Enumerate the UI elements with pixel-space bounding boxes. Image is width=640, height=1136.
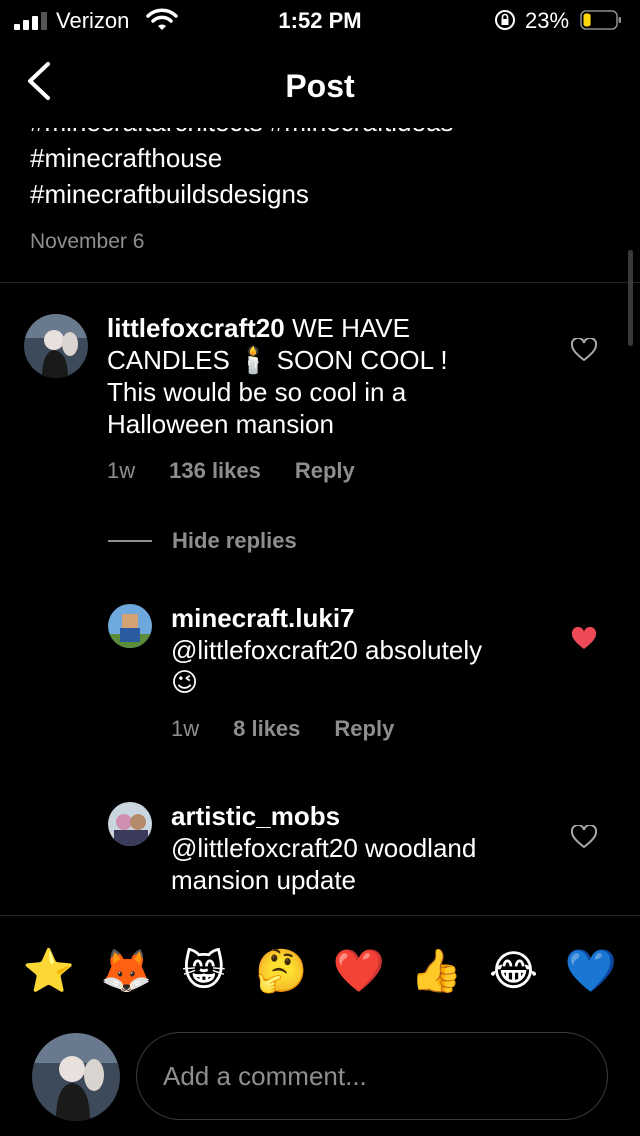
comment-text: This would be so cool in a <box>107 377 407 407</box>
candle-emoji: 🕯️ <box>237 345 270 375</box>
comment-likes[interactable]: 136 likes <box>169 458 261 484</box>
reply-meta: 1w 8 likes Reply <box>171 716 394 742</box>
comment-text: CANDLES <box>107 345 238 375</box>
add-comment-input[interactable] <box>136 1032 608 1120</box>
reply-text: @littlefoxcraft20 absolutely <box>171 635 483 665</box>
hashtag-link[interactable]: #minecrafthouse <box>30 140 610 176</box>
reply-text: mansion update <box>171 865 357 895</box>
post-date: November 6 <box>30 230 145 253</box>
avatar[interactable] <box>24 314 88 378</box>
heart-icon[interactable] <box>571 338 597 362</box>
comment-text: Halloween mansion <box>107 409 334 439</box>
hide-replies-label: Hide replies <box>172 528 297 553</box>
comment-body: littlefoxcraft20 WE HAVE CANDLES 🕯️ SOON… <box>107 312 547 440</box>
heart-icon[interactable] <box>571 825 597 849</box>
tears-of-joy-emoji-button[interactable]: 😂 <box>485 942 543 1000</box>
heart-filled-icon[interactable] <box>571 627 597 651</box>
divider <box>0 282 640 283</box>
reply-body: artistic_mobs @littlefoxcraft20 woodland… <box>171 800 551 896</box>
divider <box>0 915 640 916</box>
user-avatar <box>32 1033 120 1121</box>
scroll-indicator <box>628 250 633 346</box>
nav-header: Post <box>0 40 640 128</box>
comment-age: 1w <box>107 458 136 483</box>
rotation-lock-icon <box>495 10 515 30</box>
comment-text: WE HAVE <box>284 313 410 343</box>
comment-meta: 1w 136 likes Reply <box>107 458 355 484</box>
battery-icon <box>580 10 621 30</box>
avatar[interactable] <box>108 604 152 648</box>
thumbs-up-emoji-button[interactable]: 👍 <box>407 942 465 1000</box>
hashtag-link[interactable]: #minecraftbuildsdesigns <box>30 176 610 212</box>
fox-emoji-button[interactable]: 🦊 <box>97 942 155 1000</box>
status-bar: Verizon 1:52 PM 23% <box>0 0 640 40</box>
reply-text: @littlefoxcraft20 woodland <box>171 833 477 863</box>
page-title: Post <box>285 68 355 104</box>
red-heart-emoji-button[interactable]: ❤️ <box>330 942 388 1000</box>
winking-emoji: 😉 <box>171 667 199 697</box>
reply-button[interactable]: Reply <box>334 716 394 742</box>
emoji-quick-bar: ⭐ 🦊 😸 🤔 ❤️ 👍 😂 💙 <box>20 942 620 1000</box>
grinning-cat-emoji-button[interactable]: 😸 <box>175 942 233 1000</box>
divider-line <box>108 540 152 542</box>
reply-button[interactable]: Reply <box>295 458 355 484</box>
reply-username[interactable]: minecraft.luki7 <box>171 602 551 634</box>
battery-percentage: 23% <box>525 8 570 33</box>
thinking-face-emoji-button[interactable]: 🤔 <box>252 942 310 1000</box>
comment-username[interactable]: littlefoxcraft20 <box>107 313 285 343</box>
reply-likes[interactable]: 8 likes <box>233 716 300 742</box>
reply-body: minecraft.luki7 @littlefoxcraft20 absolu… <box>171 602 551 698</box>
hide-replies-toggle[interactable]: Hide replies <box>108 528 297 554</box>
comment-text: SOON COOL ! <box>269 345 448 375</box>
star-emoji-button[interactable]: ⭐ <box>20 942 78 1000</box>
reply-username[interactable]: artistic_mobs <box>171 800 551 832</box>
avatar[interactable] <box>108 802 152 846</box>
blue-heart-emoji-button[interactable]: 💙 <box>562 942 620 1000</box>
reply-age: 1w <box>171 716 200 741</box>
